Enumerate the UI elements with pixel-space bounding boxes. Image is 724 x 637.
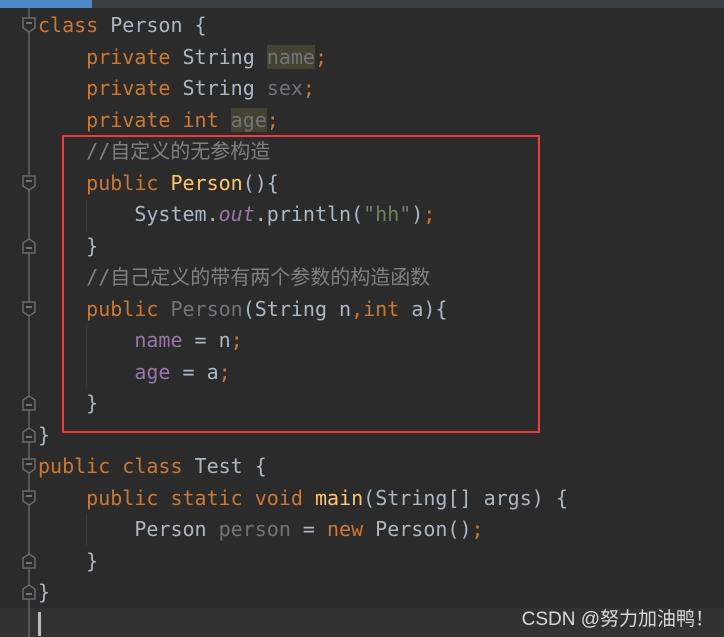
code-token: age [230,107,267,132]
code-token: Person [110,13,195,37]
code-token: public [86,485,171,510]
code-token: { [254,454,267,478]
editor-tab-bar [0,0,724,8]
fold-collapse-icon[interactable] [22,489,36,506]
code-line[interactable]: public class Test { [38,451,267,482]
fold-end-icon[interactable] [22,395,36,411]
indent-guide [86,514,87,546]
code-token: static [170,485,255,510]
code-token: person [218,517,291,541]
fold-collapse-icon[interactable] [22,174,36,191]
code-token: public [38,454,123,478]
code-token: } [38,422,51,447]
code-line[interactable]: private String sex; [38,73,315,104]
code-token: sex [266,76,303,100]
code-line[interactable]: private String name; [38,42,327,73]
code-token: String [182,76,267,100]
watermark: CSDN @努力加油鸭！ [521,609,714,630]
fold-gutter [28,8,30,637]
code-token: } [38,580,51,604]
code-line[interactable]: private int age; [38,105,279,136]
code-token: ; [302,76,315,100]
code-token: main [314,485,364,510]
fold-collapse-icon[interactable] [22,458,36,474]
code-line[interactable]: public static void main(String[] args) { [38,483,568,514]
code-token: ; [314,44,328,69]
code-token: void [254,485,315,510]
fold-collapse-icon[interactable] [22,17,36,33]
fold-end-icon[interactable] [22,426,36,443]
code-token: String [182,44,267,69]
code-token: private [86,44,183,69]
code-token: ; [471,517,484,541]
code-token: int [182,107,231,132]
code-token: Test [194,454,255,478]
code-line[interactable]: } [38,577,50,608]
code-token: private [86,76,183,100]
fold-end-icon[interactable] [22,237,36,254]
code-token: new [327,517,376,541]
code-line[interactable]: } [38,420,50,451]
code-token: private [86,107,183,132]
code-line[interactable]: Person person = new Person(); [38,514,484,545]
code-line[interactable]: } [38,546,98,577]
code-token: } [86,548,99,573]
code-token: class [122,454,195,478]
code-token: = [290,517,327,541]
code-token: name [266,44,315,69]
code-token: class [38,13,111,37]
fold-end-icon[interactable] [22,584,36,600]
active-tab-indicator[interactable] [0,0,92,8]
code-token: ; [266,107,279,132]
code-token: { [194,13,207,37]
annotation-box [62,135,540,433]
code-token: (String[] args) { [363,485,568,510]
fold-collapse-icon[interactable] [22,300,36,317]
code-token: Person() [375,517,472,541]
text-caret [38,612,41,636]
code-line[interactable]: class Person { [38,10,207,41]
fold-end-icon[interactable] [22,552,36,569]
code-token: Person [134,517,219,541]
